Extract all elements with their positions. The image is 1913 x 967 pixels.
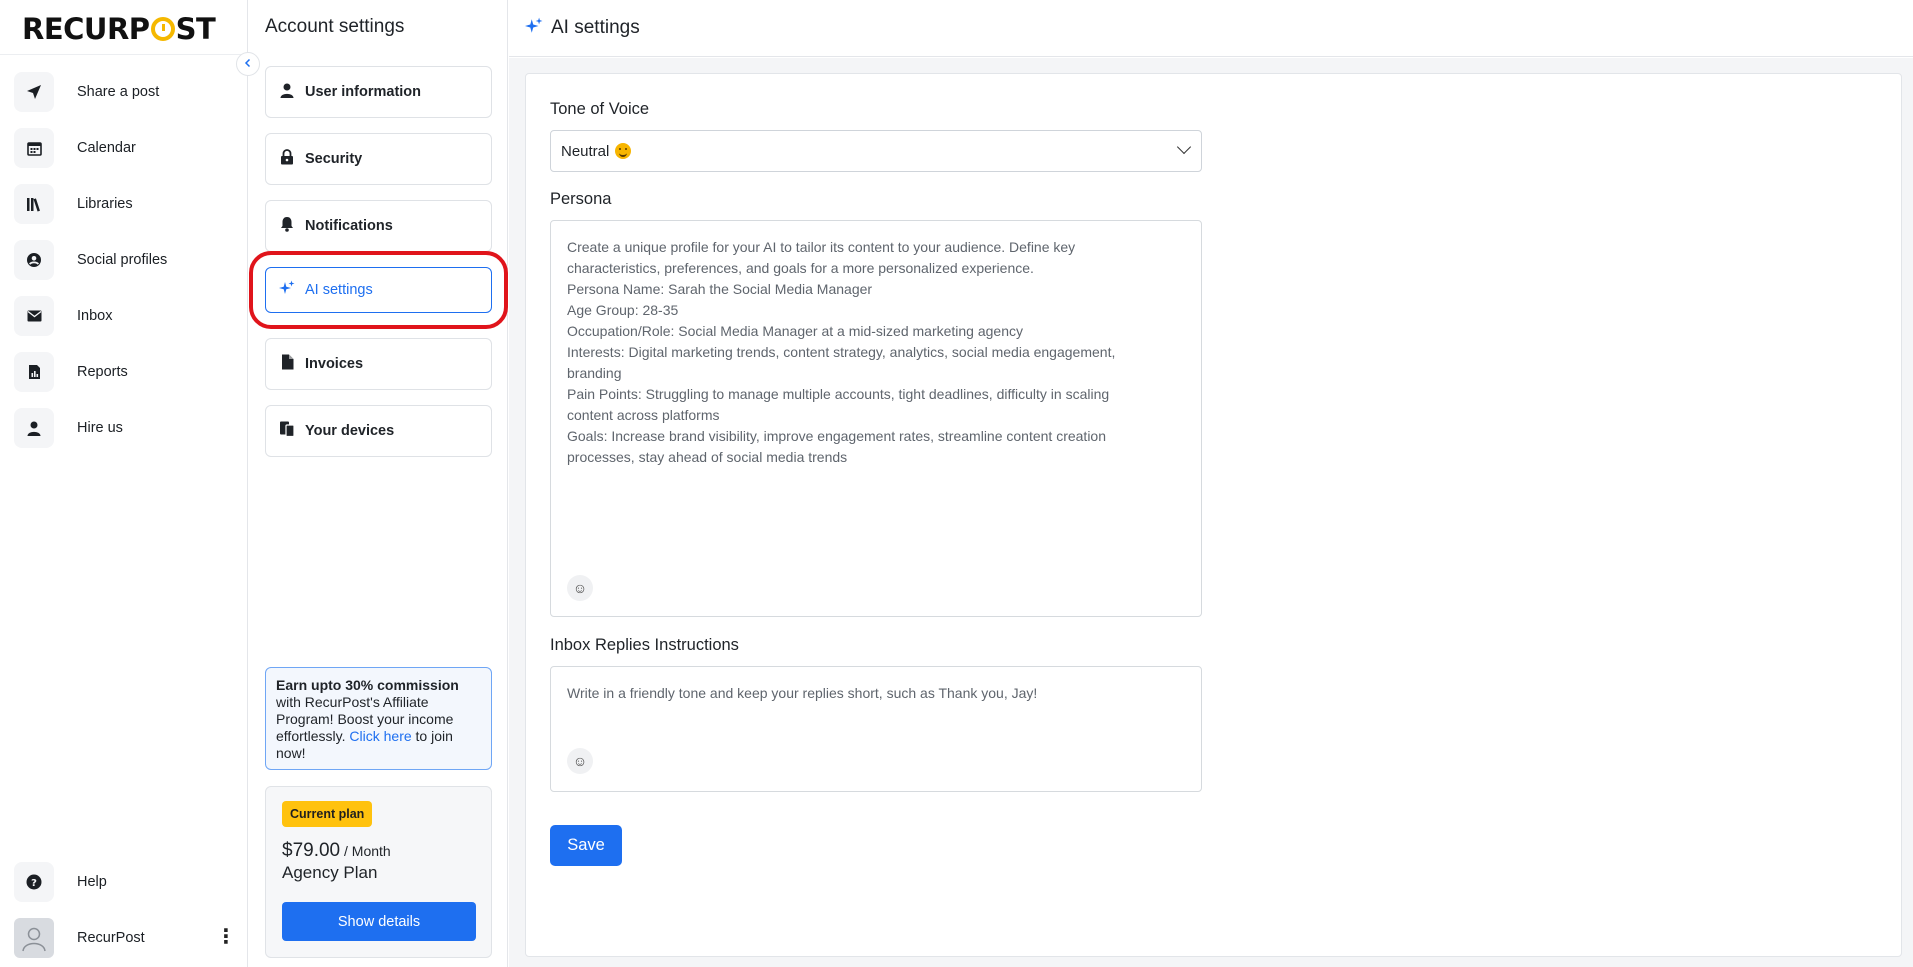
emoji-picker-icon[interactable]: ☺ (567, 575, 593, 601)
settings-item-label: Security (305, 151, 363, 167)
sparkle-icon (525, 17, 543, 40)
settings-item-security[interactable]: Security (265, 133, 492, 185)
current-plan-card: Current plan $79.00 / Month Agency Plan … (265, 786, 492, 958)
page-header: AI settings (509, 0, 1913, 57)
recurpost-logo[interactable]: RECURP ST (22, 12, 216, 46)
account-settings-title: Account settings (265, 16, 405, 37)
settings-item-label: User information (305, 84, 422, 100)
bell-icon (279, 216, 295, 236)
persona-line: Goals: Increase brand visibility, improv… (567, 428, 1107, 444)
main-sidebar: RECURP ST Share a post Calendar Libraries (0, 0, 248, 967)
persona-line: Occupation/Role: Social Media Manager at… (567, 323, 1024, 339)
account-settings-menu: User information Security Notifications … (249, 66, 508, 472)
help-icon: ? (14, 862, 54, 902)
logo-clock-icon (150, 17, 175, 41)
grinning-face-icon (615, 143, 632, 159)
sidebar-item-label: Help (77, 874, 107, 890)
settings-item-label: Your devices (305, 423, 395, 439)
tone-of-voice-select[interactable]: Neutral (550, 130, 1202, 172)
sidebar-item-label: Reports (77, 364, 128, 380)
library-icon (14, 184, 54, 224)
sidebar-divider (0, 54, 248, 55)
sidebar-item-label: Share a post (77, 84, 160, 100)
promo-headline: Earn upto 30% commission (276, 677, 459, 693)
sidebar-item-label: Calendar (77, 140, 136, 156)
persona-line: content across platforms (567, 407, 720, 423)
settings-item-label: Notifications (305, 218, 393, 234)
plan-price: $79.00 / Month (282, 840, 475, 862)
tone-of-voice-label: Tone of Voice (550, 100, 650, 118)
sparkle-icon (279, 280, 295, 300)
inbox-replies-text: Write in a friendly tone and keep your r… (567, 685, 1038, 701)
current-plan-badge: Current plan (282, 801, 373, 827)
sidebar-bottom: ? Help RecurPost (14, 862, 145, 967)
plan-price-period: / Month (340, 843, 391, 859)
sidebar-item-social-profiles[interactable]: Social profiles (14, 240, 167, 280)
logo-text-prefix: RECURP (22, 12, 150, 46)
persona-line: Pain Points: Struggling to manage multip… (567, 386, 1110, 402)
logo-text-suffix: ST (175, 12, 216, 46)
profile-icon (14, 240, 54, 280)
page-title: AI settings (551, 17, 640, 38)
settings-item-user-information[interactable]: User information (265, 66, 492, 118)
save-button[interactable]: Save (550, 825, 622, 866)
settings-item-label: Invoices (305, 356, 364, 372)
send-icon (14, 72, 54, 112)
calendar-icon (14, 128, 54, 168)
document-icon (279, 354, 295, 374)
user-icon (279, 83, 295, 102)
plan-price-amount: $79.00 (282, 840, 341, 861)
reports-icon (14, 352, 54, 392)
user-name: RecurPost (77, 930, 145, 946)
lock-icon (279, 149, 295, 169)
show-details-button[interactable]: Show details (282, 902, 476, 941)
user-profile[interactable]: RecurPost (14, 918, 145, 958)
chevron-down-icon (1176, 139, 1192, 155)
sidebar-item-label: Social profiles (77, 252, 168, 268)
person-icon (14, 408, 54, 448)
emoji-picker-icon[interactable]: ☺ (567, 748, 593, 774)
settings-item-invoices[interactable]: Invoices (265, 338, 492, 390)
settings-item-notifications[interactable]: Notifications (265, 200, 492, 252)
tone-of-voice-value: Neutral (561, 142, 610, 160)
inbox-icon (14, 296, 54, 336)
avatar (14, 918, 54, 958)
settings-item-your-devices[interactable]: Your devices (265, 405, 492, 457)
persona-line: branding (567, 365, 622, 381)
persona-line: Age Group: 28-35 (567, 302, 679, 318)
persona-line: processes, stay ahead of social media tr… (567, 449, 848, 465)
collapse-sidebar-button[interactable] (236, 52, 260, 76)
sidebar-item-reports[interactable]: Reports (14, 352, 167, 392)
sidebar-item-calendar[interactable]: Calendar (14, 128, 167, 168)
account-settings-panel: Account settings User information Securi… (249, 0, 508, 967)
sidebar-item-label: Inbox (77, 308, 113, 324)
sidebar-item-inbox[interactable]: Inbox (14, 296, 167, 336)
persona-label: Persona (550, 190, 612, 208)
inbox-replies-label: Inbox Replies Instructions (550, 636, 739, 654)
sidebar-item-label: Hire us (77, 420, 123, 436)
settings-item-label: AI settings (305, 282, 373, 298)
persona-line: Persona Name: Sarah the Social Media Man… (567, 281, 873, 297)
more-options-icon[interactable]: ⋮ (216, 927, 236, 947)
sidebar-item-libraries[interactable]: Libraries (14, 184, 167, 224)
settings-item-ai-settings[interactable]: AI settings (249, 251, 508, 329)
persona-line: Interests: Digital marketing trends, con… (567, 344, 1116, 360)
sidebar-item-help[interactable]: ? Help (14, 862, 145, 902)
chevron-left-icon (244, 58, 251, 68)
promo-link[interactable]: Click here (349, 728, 411, 744)
sidebar-item-label: Libraries (77, 196, 133, 212)
persona-line: Create a unique profile for your AI to t… (567, 239, 1076, 255)
persona-line: characteristics, preferences, and goals … (567, 260, 1034, 276)
sidebar-item-share-a-post[interactable]: Share a post (14, 72, 167, 112)
plan-name: Agency Plan (282, 863, 378, 882)
sidebar-nav: Share a post Calendar Libraries Social p… (14, 72, 167, 464)
svg-text:?: ? (31, 878, 37, 889)
sidebar-item-hire-us[interactable]: Hire us (14, 408, 167, 448)
inbox-replies-textarea[interactable]: Write in a friendly tone and keep your r… (550, 666, 1202, 792)
devices-icon (279, 421, 295, 441)
persona-textarea[interactable]: Create a unique profile for your AI to t… (550, 220, 1202, 617)
affiliate-promo: Earn upto 30% commission with RecurPost'… (265, 667, 492, 770)
